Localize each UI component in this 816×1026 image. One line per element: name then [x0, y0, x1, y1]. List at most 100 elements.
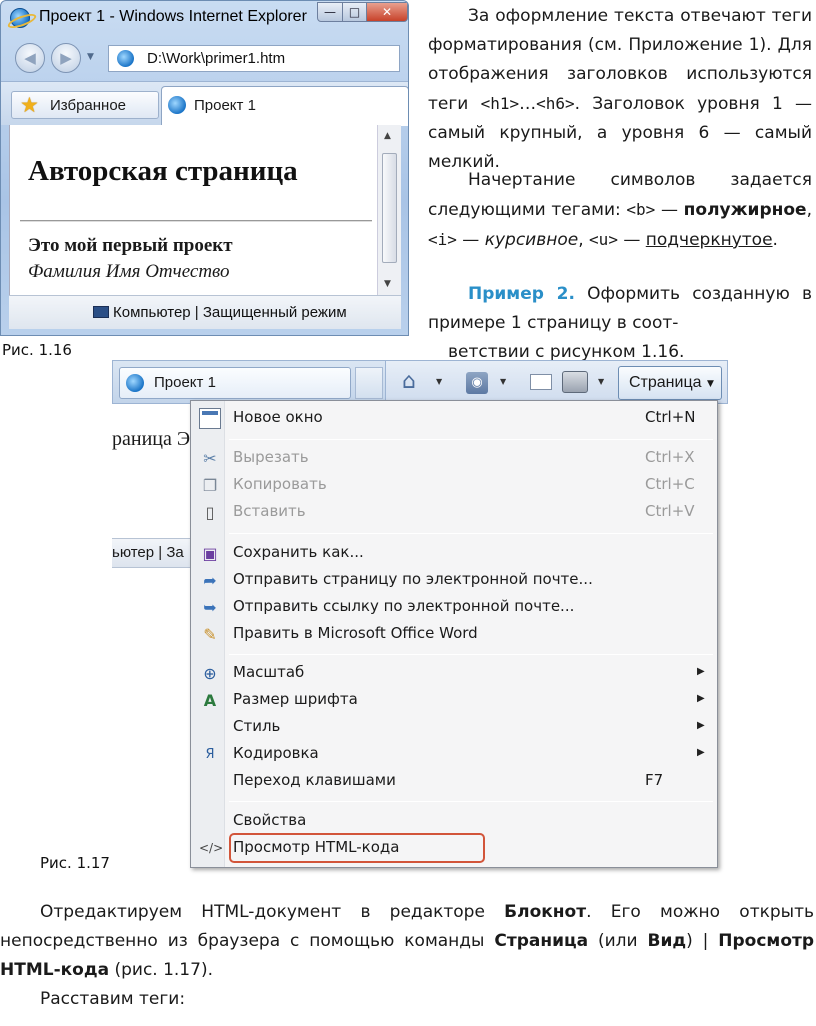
send-page-icon: ➦ — [203, 571, 217, 590]
text-run: — — [655, 200, 684, 220]
text-run: — — [456, 230, 485, 250]
menu-item-label: Отправить страницу по электронной почте.… — [233, 570, 593, 588]
feeds-dropdown-icon[interactable]: ▼ — [500, 377, 506, 386]
background-status-bar: ьютер | За — [112, 538, 192, 568]
mail-icon[interactable] — [530, 374, 552, 390]
page-menu-button[interactable]: Страница ▼ — [618, 366, 722, 400]
scroll-down-icon[interactable]: ▼ — [384, 279, 391, 289]
submenu-arrow-icon: ▶ — [697, 666, 705, 677]
text-run: Отредактируем HTML-документ в редакторе — [40, 902, 505, 922]
tab-project1[interactable]: Проект 1 — [161, 86, 408, 126]
menu-item-label: Размер шрифта — [233, 690, 358, 708]
page-menu-figure: Проект 1 ⌂ ▼ ◉ ▼ ▼ Страница ▼ раница Э ь… — [112, 360, 728, 870]
menu-separator — [229, 439, 713, 440]
author-name: Фамилия Имя Отчество — [28, 261, 230, 282]
tab-project1[interactable]: Проект 1 — [119, 367, 351, 399]
menu-item-label: Масштаб — [233, 663, 305, 681]
scroll-up-icon[interactable]: ▲ — [384, 131, 391, 141]
underline-sample: подчеркнутое — [645, 230, 773, 250]
recent-pages-dropdown[interactable]: ▼ — [87, 52, 94, 62]
menu-item-label: Стиль — [233, 717, 281, 735]
title-bar: Проект 1 - Windows Internet Explorer — □… — [1, 1, 408, 35]
italic-sample: курсивное — [484, 230, 579, 250]
scissors-icon: ✂ — [203, 449, 217, 468]
ie-page-icon — [168, 96, 186, 114]
example-label: Пример 2. — [468, 284, 575, 304]
menu-item-encoding[interactable]: Я Кодировка ▶ — [193, 741, 713, 768]
ie-window-figure: Проект 1 - Windows Internet Explorer — □… — [0, 0, 409, 336]
menu-item-copy[interactable]: ❐ Копировать Ctrl+C — [193, 472, 713, 499]
menu-item-label: Вырезать — [233, 448, 309, 466]
magnifier-icon: ⊕ — [203, 664, 217, 683]
tag-h6: <h6> — [536, 94, 575, 113]
print-icon[interactable] — [562, 371, 588, 393]
submenu-arrow-icon: ▶ — [697, 747, 705, 758]
menu-item-new-window[interactable]: Новое окно Ctrl+N — [193, 405, 713, 432]
menu-separator — [229, 654, 713, 655]
tag-i: <i> — [428, 230, 457, 249]
menu-item-save-as[interactable]: ▣ Сохранить как... — [193, 540, 713, 567]
vertical-scrollbar[interactable]: ▲ ▼ — [377, 125, 401, 295]
favorites-label: Избранное — [50, 97, 127, 114]
command-bar: ⌂ ▼ ◉ ▼ ▼ Страница ▼ — [386, 360, 728, 404]
source-code-icon: </> — [199, 841, 224, 855]
minimize-button[interactable]: — — [317, 2, 343, 22]
menu-item-label: Отправить ссылку по электронной почте... — [233, 597, 575, 615]
feeds-icon[interactable]: ◉ — [466, 372, 488, 394]
horizontal-rule — [20, 220, 372, 222]
menu-item-properties[interactable]: Свойства — [193, 808, 713, 835]
menu-item-text-size[interactable]: A Размер шрифта ▶ — [193, 687, 713, 714]
figure-caption-1-16: Рис. 1.16 — [2, 341, 72, 359]
paragraph-styles: Начертание символов задается следующими … — [428, 166, 812, 255]
pencil-icon: ✎ — [203, 625, 217, 644]
paragraph-place-tags: Расставим теги: — [40, 989, 186, 1009]
submenu-arrow-icon: ▶ — [697, 693, 705, 704]
menu-item-edit-word[interactable]: ✎ Править в Microsoft Office Word — [193, 621, 713, 648]
tab-label: Проект 1 — [194, 97, 256, 114]
print-dropdown-icon[interactable]: ▼ — [598, 377, 604, 386]
page-dropdown-menu: Новое окно Ctrl+N ✂ Вырезать Ctrl+X ❐ Ко… — [190, 400, 718, 868]
menu-item-cut[interactable]: ✂ Вырезать Ctrl+X — [193, 445, 713, 472]
menu-item-send-page[interactable]: ➦ Отправить страницу по электронной почт… — [193, 567, 713, 594]
bold-term: Блокнот — [504, 902, 587, 922]
menu-item-shortcut: Ctrl+V — [645, 502, 695, 520]
scroll-thumb[interactable] — [382, 153, 397, 263]
menu-item-paste[interactable]: ▯ Вставить Ctrl+V — [193, 499, 713, 526]
chevron-down-icon: ▼ — [707, 379, 714, 389]
forward-button[interactable]: ▶ — [51, 43, 81, 73]
view-source-highlight — [229, 833, 485, 863]
menu-item-caret-browsing[interactable]: Переход клавишами F7 — [193, 768, 713, 795]
page-icon — [117, 50, 134, 67]
text-run: — — [617, 230, 646, 250]
address-text: D:\Work\primer1.htm — [147, 50, 286, 67]
text-run: (рис. 1.17). — [109, 960, 213, 980]
menu-item-send-link[interactable]: ➥ Отправить ссылку по электронной почте.… — [193, 594, 713, 621]
close-button[interactable]: ✕ — [366, 2, 408, 22]
text-run: … — [519, 94, 537, 114]
menu-separator — [229, 801, 713, 802]
text-run: , — [806, 200, 812, 220]
menu-item-label: Сохранить как... — [233, 543, 364, 561]
clipboard-icon: ▯ — [205, 503, 215, 522]
menu-item-shortcut: Ctrl+X — [645, 448, 695, 466]
home-dropdown-icon[interactable]: ▼ — [436, 377, 442, 386]
favorites-button[interactable]: ★ Избранное — [11, 91, 159, 119]
background-page: раница Э ьютер | За — [112, 404, 192, 574]
menu-item-shortcut: Ctrl+C — [645, 475, 695, 493]
submenu-arrow-icon: ▶ — [697, 720, 705, 731]
page-heading-3: Это мой первый проект — [28, 235, 233, 256]
background-page-text: раница Э — [112, 428, 191, 450]
menu-item-style[interactable]: Стиль ▶ — [193, 714, 713, 741]
new-tab-button[interactable] — [355, 367, 383, 399]
copy-icon: ❐ — [202, 476, 218, 495]
address-bar[interactable]: D:\Work\primer1.htm — [108, 45, 400, 72]
maximize-button[interactable]: □ — [342, 2, 367, 22]
encoding-icon: Я — [205, 747, 215, 762]
bold-term: Вид — [647, 931, 687, 951]
menu-item-zoom[interactable]: ⊕ Масштаб ▶ — [193, 660, 713, 687]
font-size-icon: A — [203, 691, 217, 710]
menu-item-shortcut: Ctrl+N — [645, 408, 696, 426]
home-icon[interactable]: ⌂ — [402, 369, 416, 394]
navigation-bar: ◀ ▶ ▼ D:\Work\primer1.htm — [1, 35, 408, 81]
back-button[interactable]: ◀ — [15, 43, 45, 73]
